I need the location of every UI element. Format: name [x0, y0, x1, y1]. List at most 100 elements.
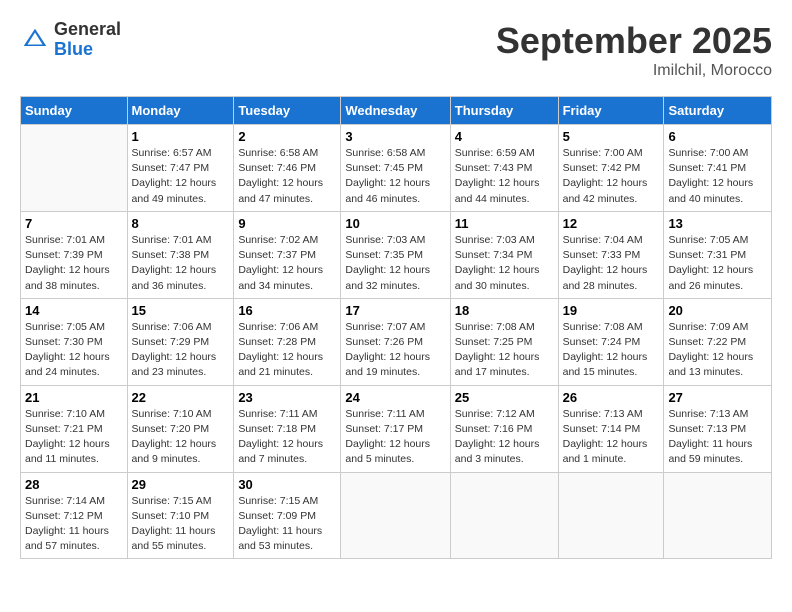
calendar-week-row: 7 Sunrise: 7:01 AMSunset: 7:39 PMDayligh…	[21, 211, 772, 298]
day-number: 2	[238, 129, 336, 144]
calendar-cell: 9 Sunrise: 7:02 AMSunset: 7:37 PMDayligh…	[234, 211, 341, 298]
day-info: Sunrise: 7:06 AMSunset: 7:28 PMDaylight:…	[238, 321, 323, 379]
header-tuesday: Tuesday	[234, 97, 341, 125]
day-number: 13	[668, 216, 767, 231]
header-thursday: Thursday	[450, 97, 558, 125]
day-number: 23	[238, 390, 336, 405]
day-info: Sunrise: 7:15 AMSunset: 7:09 PMDaylight:…	[238, 495, 322, 553]
calendar-cell: 22 Sunrise: 7:10 AMSunset: 7:20 PMDaylig…	[127, 385, 234, 472]
day-info: Sunrise: 7:02 AMSunset: 7:37 PMDaylight:…	[238, 234, 323, 292]
day-info: Sunrise: 7:15 AMSunset: 7:10 PMDaylight:…	[132, 495, 216, 553]
calendar-week-row: 28 Sunrise: 7:14 AMSunset: 7:12 PMDaylig…	[21, 472, 772, 559]
day-number: 26	[563, 390, 660, 405]
day-number: 21	[25, 390, 123, 405]
calendar-cell	[664, 472, 772, 559]
calendar-cell: 1 Sunrise: 6:57 AMSunset: 7:47 PMDayligh…	[127, 125, 234, 212]
day-number: 18	[455, 303, 554, 318]
calendar-cell: 13 Sunrise: 7:05 AMSunset: 7:31 PMDaylig…	[664, 211, 772, 298]
calendar-cell: 23 Sunrise: 7:11 AMSunset: 7:18 PMDaylig…	[234, 385, 341, 472]
day-info: Sunrise: 7:11 AMSunset: 7:18 PMDaylight:…	[238, 408, 323, 466]
calendar-cell: 28 Sunrise: 7:14 AMSunset: 7:12 PMDaylig…	[21, 472, 128, 559]
day-info: Sunrise: 6:58 AMSunset: 7:46 PMDaylight:…	[238, 147, 323, 205]
calendar-cell: 19 Sunrise: 7:08 AMSunset: 7:24 PMDaylig…	[558, 298, 664, 385]
day-info: Sunrise: 7:13 AMSunset: 7:14 PMDaylight:…	[563, 408, 648, 466]
calendar-cell: 7 Sunrise: 7:01 AMSunset: 7:39 PMDayligh…	[21, 211, 128, 298]
day-number: 5	[563, 129, 660, 144]
day-number: 1	[132, 129, 230, 144]
day-number: 30	[238, 477, 336, 492]
day-info: Sunrise: 6:59 AMSunset: 7:43 PMDaylight:…	[455, 147, 540, 205]
day-number: 9	[238, 216, 336, 231]
day-info: Sunrise: 7:09 AMSunset: 7:22 PMDaylight:…	[668, 321, 753, 379]
calendar-cell	[21, 125, 128, 212]
header-wednesday: Wednesday	[341, 97, 450, 125]
calendar-cell: 11 Sunrise: 7:03 AMSunset: 7:34 PMDaylig…	[450, 211, 558, 298]
calendar-cell: 6 Sunrise: 7:00 AMSunset: 7:41 PMDayligh…	[664, 125, 772, 212]
header-monday: Monday	[127, 97, 234, 125]
calendar-week-row: 14 Sunrise: 7:05 AMSunset: 7:30 PMDaylig…	[21, 298, 772, 385]
day-info: Sunrise: 7:01 AMSunset: 7:38 PMDaylight:…	[132, 234, 217, 292]
day-info: Sunrise: 7:08 AMSunset: 7:25 PMDaylight:…	[455, 321, 540, 379]
calendar-cell: 17 Sunrise: 7:07 AMSunset: 7:26 PMDaylig…	[341, 298, 450, 385]
calendar-cell: 4 Sunrise: 6:59 AMSunset: 7:43 PMDayligh…	[450, 125, 558, 212]
day-number: 29	[132, 477, 230, 492]
day-info: Sunrise: 7:00 AMSunset: 7:42 PMDaylight:…	[563, 147, 648, 205]
day-number: 14	[25, 303, 123, 318]
day-info: Sunrise: 7:04 AMSunset: 7:33 PMDaylight:…	[563, 234, 648, 292]
calendar-cell: 18 Sunrise: 7:08 AMSunset: 7:25 PMDaylig…	[450, 298, 558, 385]
calendar-cell: 24 Sunrise: 7:11 AMSunset: 7:17 PMDaylig…	[341, 385, 450, 472]
day-number: 17	[345, 303, 445, 318]
calendar-cell: 14 Sunrise: 7:05 AMSunset: 7:30 PMDaylig…	[21, 298, 128, 385]
calendar-table: SundayMondayTuesdayWednesdayThursdayFrid…	[20, 96, 772, 559]
location-label: Imilchil, Morocco	[496, 62, 772, 80]
calendar-cell: 30 Sunrise: 7:15 AMSunset: 7:09 PMDaylig…	[234, 472, 341, 559]
day-number: 15	[132, 303, 230, 318]
day-info: Sunrise: 7:06 AMSunset: 7:29 PMDaylight:…	[132, 321, 217, 379]
day-number: 19	[563, 303, 660, 318]
calendar-cell: 25 Sunrise: 7:12 AMSunset: 7:16 PMDaylig…	[450, 385, 558, 472]
logo-icon	[20, 25, 50, 55]
calendar-cell	[558, 472, 664, 559]
logo: General Blue	[20, 20, 121, 60]
logo-general-label: General	[54, 20, 121, 40]
day-info: Sunrise: 7:12 AMSunset: 7:16 PMDaylight:…	[455, 408, 540, 466]
day-number: 28	[25, 477, 123, 492]
calendar-header-row: SundayMondayTuesdayWednesdayThursdayFrid…	[21, 97, 772, 125]
calendar-cell: 27 Sunrise: 7:13 AMSunset: 7:13 PMDaylig…	[664, 385, 772, 472]
day-number: 7	[25, 216, 123, 231]
calendar-cell	[450, 472, 558, 559]
day-number: 24	[345, 390, 445, 405]
day-info: Sunrise: 7:07 AMSunset: 7:26 PMDaylight:…	[345, 321, 430, 379]
calendar-cell: 16 Sunrise: 7:06 AMSunset: 7:28 PMDaylig…	[234, 298, 341, 385]
day-info: Sunrise: 7:14 AMSunset: 7:12 PMDaylight:…	[25, 495, 109, 553]
calendar-cell: 8 Sunrise: 7:01 AMSunset: 7:38 PMDayligh…	[127, 211, 234, 298]
day-info: Sunrise: 6:57 AMSunset: 7:47 PMDaylight:…	[132, 147, 217, 205]
day-number: 6	[668, 129, 767, 144]
day-number: 16	[238, 303, 336, 318]
day-info: Sunrise: 7:13 AMSunset: 7:13 PMDaylight:…	[668, 408, 752, 466]
calendar-cell: 12 Sunrise: 7:04 AMSunset: 7:33 PMDaylig…	[558, 211, 664, 298]
day-info: Sunrise: 7:03 AMSunset: 7:34 PMDaylight:…	[455, 234, 540, 292]
day-number: 25	[455, 390, 554, 405]
day-number: 4	[455, 129, 554, 144]
calendar-cell: 21 Sunrise: 7:10 AMSunset: 7:21 PMDaylig…	[21, 385, 128, 472]
day-info: Sunrise: 7:01 AMSunset: 7:39 PMDaylight:…	[25, 234, 110, 292]
logo-text: General Blue	[54, 20, 121, 60]
day-info: Sunrise: 6:58 AMSunset: 7:45 PMDaylight:…	[345, 147, 430, 205]
day-number: 22	[132, 390, 230, 405]
calendar-cell: 5 Sunrise: 7:00 AMSunset: 7:42 PMDayligh…	[558, 125, 664, 212]
header-saturday: Saturday	[664, 97, 772, 125]
calendar-cell	[341, 472, 450, 559]
day-info: Sunrise: 7:03 AMSunset: 7:35 PMDaylight:…	[345, 234, 430, 292]
day-number: 11	[455, 216, 554, 231]
calendar-cell: 26 Sunrise: 7:13 AMSunset: 7:14 PMDaylig…	[558, 385, 664, 472]
calendar-cell: 10 Sunrise: 7:03 AMSunset: 7:35 PMDaylig…	[341, 211, 450, 298]
day-number: 8	[132, 216, 230, 231]
calendar-cell: 15 Sunrise: 7:06 AMSunset: 7:29 PMDaylig…	[127, 298, 234, 385]
calendar-week-row: 1 Sunrise: 6:57 AMSunset: 7:47 PMDayligh…	[21, 125, 772, 212]
day-info: Sunrise: 7:10 AMSunset: 7:20 PMDaylight:…	[132, 408, 217, 466]
month-title: September 2025	[496, 20, 772, 62]
day-info: Sunrise: 7:11 AMSunset: 7:17 PMDaylight:…	[345, 408, 430, 466]
header-sunday: Sunday	[21, 97, 128, 125]
calendar-cell: 29 Sunrise: 7:15 AMSunset: 7:10 PMDaylig…	[127, 472, 234, 559]
